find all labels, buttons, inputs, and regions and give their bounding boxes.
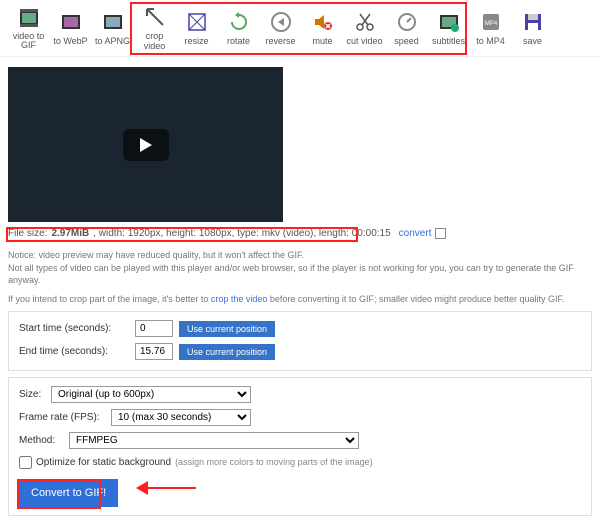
convert-link[interactable]: convert [399,228,432,239]
tool-to-apng[interactable]: to APNG [92,4,133,52]
options-form: Size: Original (up to 600px) Frame rate … [8,377,592,516]
method-select[interactable]: FFMPEG [69,432,359,449]
optimize-sublabel: (assign more colors to moving parts of t… [175,457,373,467]
tool-speed[interactable]: speed [386,4,427,52]
download-icon[interactable] [435,228,446,239]
time-form: Start time (seconds): Use current positi… [8,311,592,371]
tool-crop-video[interactable]: crop video [134,4,175,52]
tool-label: mute [312,36,332,46]
speed-icon [395,10,419,34]
optimize-label: Optimize for static background [36,457,171,468]
tool-label: rotate [227,36,250,46]
use-position-end-button[interactable]: Use current position [179,344,275,360]
start-time-label: Start time (seconds): [19,323,129,334]
size-select[interactable]: Original (up to 600px) [51,386,251,403]
file-info-rest: , width: 1920px, height: 1080px, type: m… [93,228,390,239]
rotate-icon [227,10,251,34]
mute-icon [311,10,335,34]
tool-resize[interactable]: resize [176,4,217,52]
crop-video-link[interactable]: crop the video [211,294,268,304]
notice-line: Notice: video preview may have reduced q… [8,250,304,260]
file-info-prefix: File size: [8,228,47,239]
film-icon [59,10,83,34]
file-info: File size: 2.97MiB , width: 1920px, heig… [8,228,592,239]
play-icon[interactable] [123,129,169,161]
notice-line: If you intend to crop part of the image,… [8,294,211,304]
end-time-label: End time (seconds): [19,346,129,357]
use-position-start-button[interactable]: Use current position [179,321,275,337]
tool-label: subtitles [432,36,465,46]
method-label: Method: [19,435,63,446]
tool-reverse[interactable]: reverse [260,4,301,52]
size-label: Size: [19,389,45,400]
tool-label: to APNG [95,36,130,46]
tool-label: video to GIF [13,32,45,50]
tool-rotate[interactable]: rotate [218,4,259,52]
crop-icon [143,5,167,29]
scissors-icon [353,10,377,34]
save-icon [521,10,545,34]
tool-mute[interactable]: mute [302,4,343,52]
tool-to-webp[interactable]: to WebP [50,4,91,52]
tool-to-mp4[interactable]: MP4 to MP4 [470,4,511,52]
toolbar: video to GIF to WebP to APNG crop video … [0,0,600,57]
optimize-checkbox[interactable] [19,456,32,469]
notice-line: before converting it to GIF; smaller vid… [267,294,564,304]
tool-video-to-gif[interactable]: video to GIF [8,4,49,52]
tool-label: resize [184,36,208,46]
reverse-icon [269,10,293,34]
tool-label: to WebP [53,36,87,46]
svg-text:MP4: MP4 [484,21,497,27]
annotation-arrow [136,481,196,495]
mp4-icon: MP4 [479,10,503,34]
tool-label: crop video [134,31,175,51]
convert-to-gif-button[interactable]: Convert to GIF! [19,479,118,507]
film-icon [17,6,41,30]
end-time-input[interactable] [135,343,173,360]
tool-label: save [523,36,542,46]
tool-label: reverse [265,36,295,46]
tool-cut-video[interactable]: cut video [344,4,385,52]
file-size: 2.97MiB [51,228,89,239]
tool-label: speed [394,36,419,46]
notice-block: Notice: video preview may have reduced q… [8,249,592,305]
fps-select[interactable]: 10 (max 30 seconds) [111,409,251,426]
film-icon [101,10,125,34]
tool-label: cut video [346,36,382,46]
resize-icon [185,10,209,34]
tool-label: to MP4 [476,36,505,46]
tool-subtitles[interactable]: subtitles [428,4,469,52]
start-time-input[interactable] [135,320,173,337]
subtitles-icon [437,10,461,34]
notice-line: Not all types of video can be played wit… [8,263,574,286]
fps-label: Frame rate (FPS): [19,412,105,423]
video-player[interactable] [8,67,283,222]
tool-save[interactable]: save [512,4,553,52]
